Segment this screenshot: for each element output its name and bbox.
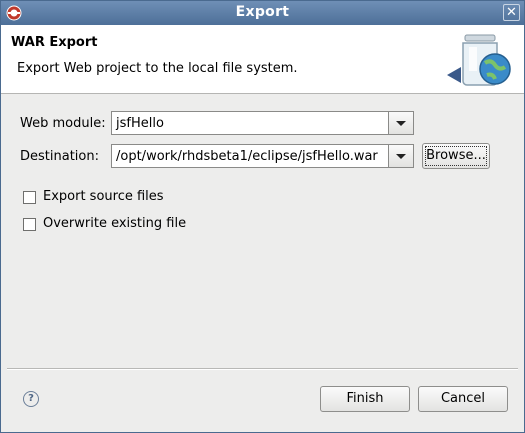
chevron-down-icon[interactable] bbox=[388, 145, 413, 167]
cancel-button[interactable]: Cancel bbox=[418, 386, 508, 412]
page-description: Export Web project to the local file sys… bbox=[17, 61, 298, 76]
export-jar-globe-icon bbox=[447, 34, 511, 86]
footer-divider bbox=[7, 368, 518, 370]
web-module-label: Web module: bbox=[20, 116, 106, 131]
help-icon[interactable]: ? bbox=[23, 391, 39, 407]
destination-combo[interactable]: /opt/work/rhdsbeta1/eclipse/jsfHello.war bbox=[111, 144, 414, 168]
web-module-combo[interactable]: jsfHello bbox=[111, 111, 414, 135]
overwrite-checkbox[interactable] bbox=[23, 218, 36, 231]
web-module-value: jsfHello bbox=[116, 116, 164, 131]
destination-value: /opt/work/rhdsbeta1/eclipse/jsfHello.war bbox=[116, 149, 378, 164]
destination-label: Destination: bbox=[20, 149, 99, 164]
finish-label: Finish bbox=[346, 391, 384, 406]
wizard-header: WAR Export Export Web project to the loc… bbox=[1, 25, 524, 94]
cancel-label: Cancel bbox=[440, 391, 486, 406]
export-dialog: Export ✕ WAR Export Export Web project t… bbox=[0, 0, 525, 433]
browse-button[interactable]: Browse... bbox=[422, 143, 490, 169]
export-source-checkbox[interactable] bbox=[23, 191, 36, 204]
window-title: Export bbox=[235, 4, 290, 20]
overwrite-label: Overwrite existing file bbox=[43, 216, 187, 231]
chevron-down-icon[interactable] bbox=[388, 112, 413, 134]
close-icon[interactable]: ✕ bbox=[503, 4, 520, 21]
title-bar[interactable]: Export ✕ bbox=[1, 1, 524, 25]
export-source-label: Export source files bbox=[43, 189, 164, 204]
page-title: WAR Export bbox=[11, 35, 98, 50]
finish-button[interactable]: Finish bbox=[320, 386, 410, 412]
